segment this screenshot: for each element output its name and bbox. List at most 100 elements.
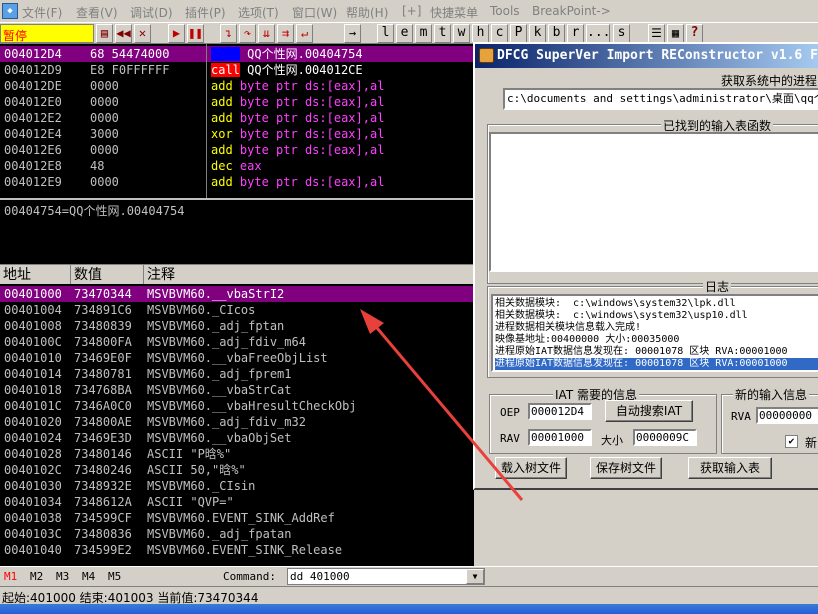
dump-row[interactable]: 00401030 7348932E MSVBVM60._CIsin [0,478,474,494]
oep-field[interactable]: 000012D4 [528,403,592,420]
menu-window[interactable]: 窗口(W) [292,4,337,21]
step-over-icon[interactable]: ↷ [239,24,256,43]
menu-view[interactable]: 查看(V) [76,4,118,21]
references-button[interactable]: r [567,24,584,43]
handles-button[interactable]: h [472,24,489,43]
executable-modules-button[interactable]: e [396,24,413,43]
pause-icon[interactable]: ❚❚ [187,24,204,43]
menu-plus[interactable]: [+] [402,4,421,18]
menu-debug[interactable]: 调试(D) [130,4,173,21]
disasm-row[interactable]: 004012DE 0000 add byte ptr ds:[eax],al [0,78,474,94]
rva-field[interactable]: 00001000 [528,429,592,446]
dump-row[interactable]: 0040101C 7346A0C0 MSVBVM60.__vbaHresultChe… [0,398,474,414]
tab-m3[interactable]: M3 [56,570,69,583]
disasm-row[interactable]: 004012E8 48 dec eax [0,158,474,174]
goto-icon[interactable]: → [344,24,361,43]
threads-button[interactable]: t [434,24,451,43]
call-stack-button[interactable]: k [529,24,546,43]
menu-shortcut[interactable]: 快捷菜单 [430,4,478,21]
log-list[interactable]: 相关数据模块: c:\windows\system32\lpk.dll 相关数据模… [491,294,818,372]
disasm-row[interactable]: 004012D9 E8 F0FFFFFF call QQ个性网.004012CE [0,62,474,78]
help-button[interactable]: ? [686,24,703,43]
new-rva-field[interactable]: 00000000 [756,407,818,424]
dump-row[interactable]: 00401034 7348612A ASCII "QVP=" [0,494,474,510]
restart-icon[interactable]: ◀◀ [115,24,132,43]
dump-row[interactable]: 0040100C 734800FA MSVBVM60._adj_fdiv_m64 [0,334,474,350]
tab-m2[interactable]: M2 [30,570,43,583]
trace-over-icon[interactable]: ⇉ [277,24,294,43]
header-value[interactable]: 数值 [71,265,144,285]
dump-row[interactable]: 00401010 73469E0F MSVBVM60.__vbaFreeObjLis… [0,350,474,366]
header-address[interactable]: 地址 [0,265,71,285]
patches-button[interactable]: P [510,24,527,43]
size-field[interactable]: 0000009C [633,429,697,446]
tab-m4[interactable]: M4 [82,570,95,583]
trace-into-icon[interactable]: ⇊ [258,24,275,43]
save-tree-button[interactable]: 保存树文件 [590,457,662,479]
menu-options[interactable]: 选项(T) [238,4,279,21]
disassembly-pane[interactable]: 004012D4 68 54474000 push QQ个性网.00404754 00… [0,44,474,198]
log-line[interactable]: 进程原始IAT数据信息发现在: 00001078 区块 RVA:00001000 [495,346,818,358]
menu-breakpoint[interactable]: BreakPoint-> [532,4,611,18]
dump-row[interactable]: 0040103C 73480836 MSVBVM60._adj_fpatan [0,526,474,542]
list-icon[interactable]: ☰ [648,24,665,43]
dump-row[interactable]: 00401028 73480146 ASCII "P晗%" [0,446,474,462]
dump-value: 73480839 [74,319,132,333]
auto-search-iat-button[interactable]: 自动搜索IAT [605,400,693,422]
disasm-row[interactable]: 004012E6 0000 add byte ptr ds:[eax],al [0,142,474,158]
close-icon[interactable]: ✕ [134,24,151,43]
disasm-row[interactable]: 004012E2 0000 add byte ptr ds:[eax],al [0,110,474,126]
disasm-row[interactable]: 004012E0 0000 add byte ptr ds:[eax],al [0,94,474,110]
log-line[interactable]: 相关数据模块: c:\windows\system32\usp10.dll [495,310,818,322]
get-imports-button[interactable]: 获取输入表 [688,457,772,479]
cpu-button[interactable]: c [491,24,508,43]
breakpoints-button[interactable]: b [548,24,565,43]
dump-value: 734891C6 [74,303,132,317]
dump-row[interactable]: 00401018 734768BA MSVBVM60.__vbaStrCat [0,382,474,398]
open-icon[interactable]: ▤ [96,24,113,43]
tab-m1[interactable]: M1 [4,570,17,583]
memory-map-button[interactable]: m [415,24,432,43]
load-tree-button[interactable]: 载入树文件 [495,457,567,479]
source-button[interactable]: s [613,24,630,43]
step-into-icon[interactable]: ↴ [220,24,237,43]
log-line[interactable]: 映像基地址:00400000 大小:00035000 [495,334,818,346]
menu-help[interactable]: 帮助(H) [346,4,388,21]
dump-pane[interactable]: 00401000 73470344 MSVBVM60.__vbaStrI2 00401… [0,284,474,566]
dump-row[interactable]: 00401020 734800AE MSVBVM60._adj_fdiv_m32 [0,414,474,430]
disasm-row[interactable]: 004012D4 68 54474000 push QQ个性网.00404754 [0,46,474,62]
dump-row[interactable]: 0040102C 73480246 ASCII 50,"晗%" [0,462,474,478]
new-import-checkbox[interactable]: ✔ [785,435,798,448]
windows-button[interactable]: w [453,24,470,43]
app-icon[interactable]: ◆ [2,3,18,19]
dump-row[interactable]: 00401004 734891C6 MSVBVM60._CIcos [0,302,474,318]
process-select[interactable]: c:\documents and settings\administrator\… [503,88,818,110]
run-icon[interactable]: ▶ [168,24,185,43]
header-comment[interactable]: 注释 [144,265,474,285]
dump-row[interactable]: 00401024 73469E3D MSVBVM60.__vbaObjSet [0,430,474,446]
menu-plugins[interactable]: 插件(P) [185,4,226,21]
options-grid-icon[interactable]: ▦ [667,24,684,43]
dump-row[interactable]: 00401038 734599CF MSVBVM60.EVENT_SINK_AddR… [0,510,474,526]
log-window-button[interactable]: l [377,24,394,43]
dump-row[interactable]: 00401014 73480781 MSVBVM60._adj_fprem1 [0,366,474,382]
disasm-row[interactable]: 004012E9 0000 add byte ptr ds:[eax],al [0,174,474,190]
log-line[interactable]: 进程数据相关模块信息载入完成! [495,322,818,334]
imports-tree[interactable] [489,132,818,272]
dump-row[interactable]: 00401000 73470344 MSVBVM60.__vbaStrI2 [0,286,474,302]
menu-file[interactable]: 文件(F) [22,4,62,21]
window-title-text: DFCG SuperVer Import REConstructor v1.6 … [497,48,818,63]
dump-row[interactable]: 00401008 73480839 MSVBVM60._adj_fptan [0,318,474,334]
log-line[interactable]: 相关数据模块: c:\windows\system32\lpk.dll [495,298,818,310]
menu-bar: ◆ 文件(F) 查看(V) 调试(D) 插件(P) 选项(T) 窗口(W) 帮助… [0,0,818,22]
chevron-down-icon[interactable]: ▼ [466,569,484,584]
execute-till-return-icon[interactable]: ↵ [296,24,313,43]
tab-m5[interactable]: M5 [108,570,121,583]
log-line[interactable]: 进程原始IAT数据信息发现在: 00001078 区块 RVA:00001000 [495,358,818,370]
dump-row[interactable]: 00401040 734599E2 MSVBVM60.EVENT_SINK_Rele… [0,542,474,558]
command-input[interactable]: dd 401000 [287,568,485,585]
disasm-row[interactable]: 004012E4 3000 xor byte ptr ds:[eax],al [0,126,474,142]
window-title[interactable]: DFCG SuperVer Import REConstructor v1.6 … [475,44,818,68]
run-trace-button[interactable]: ... [586,24,610,43]
menu-tools[interactable]: Tools [490,4,520,18]
